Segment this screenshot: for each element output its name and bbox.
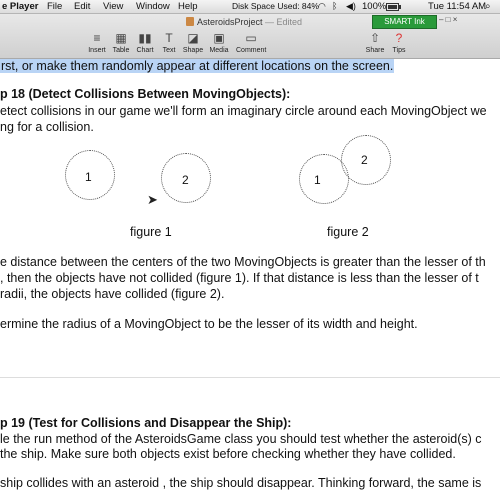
battery-icon[interactable] (386, 3, 401, 11)
tips-button[interactable]: ? Tips (384, 31, 414, 54)
paragraph1-line3: radii, the objects have collided (figure… (0, 287, 225, 301)
menu-window[interactable]: Window (136, 1, 170, 12)
spotlight-icon[interactable]: ⌕ (485, 1, 491, 12)
step18-heading: p 18 (Detect Collisions Between MovingOb… (0, 87, 291, 101)
document-title: AsteroidsProject — Edited (186, 17, 302, 27)
text-line-top: rst, or make them randomly appear at dif… (0, 59, 395, 73)
toolbar: AsteroidsProject — Edited SMART Ink – □ … (0, 14, 500, 59)
document-name: AsteroidsProject (197, 17, 263, 27)
media-button[interactable]: ▣ Media (204, 31, 234, 54)
document-status: — Edited (265, 17, 303, 27)
document-icon (186, 17, 194, 26)
media-icon: ▣ (213, 31, 225, 45)
wifi-icon[interactable]: ◠ (318, 1, 326, 12)
step18-text-line1: etect collisions in our game we'll form … (0, 104, 487, 118)
comment-icon: ▭ (245, 31, 257, 45)
figure1-circle-2-label: 2 (182, 173, 189, 187)
mouse-cursor-icon: ➤ (147, 192, 158, 207)
figure2-caption: figure 2 (327, 225, 369, 239)
menu-bar: e Player File Edit View Window Help Disk… (0, 0, 500, 14)
paragraph1-line2: , then the objects have not collided (fi… (0, 271, 479, 285)
step18-text-line2: ng for a collision. (0, 120, 94, 134)
figure1-caption: figure 1 (130, 225, 172, 239)
battery-percent: 100% (362, 1, 387, 12)
app-menu[interactable]: e Player (2, 1, 38, 12)
menu-view[interactable]: View (103, 1, 123, 12)
bluetooth-icon[interactable]: ᛒ (332, 1, 337, 11)
menu-help[interactable]: Help (178, 1, 198, 12)
step19-text-line2: the ship. Make sure both objects exist b… (0, 447, 456, 461)
tips-icon: ? (395, 31, 403, 45)
menu-file[interactable]: File (47, 1, 62, 12)
paragraph2: ermine the radius of a MovingObject to b… (0, 317, 418, 331)
step19-heading: p 19 (Test for Collisions and Disappear … (0, 416, 292, 430)
selected-text: rst, or make them randomly appear at dif… (0, 59, 395, 73)
clock[interactable]: Tue 11:54 AM (428, 1, 486, 12)
figure1-circle-1-label: 1 (85, 170, 92, 184)
disk-space-status: Disk Space Used: 84% (232, 1, 319, 11)
page-separator (0, 377, 500, 378)
figure2-circle-1-label: 1 (314, 173, 321, 187)
comment-button[interactable]: ▭ Comment (236, 31, 266, 54)
step19-text-line3: ship collides with an asteroid , the shi… (0, 476, 482, 490)
step19-text-line1: le the run method of the AsteroidsGame c… (0, 432, 482, 446)
smart-ink-controls[interactable]: – □ × (439, 15, 457, 24)
volume-icon[interactable]: ◀) (346, 1, 356, 12)
paragraph1-line1: e distance between the centers of the tw… (0, 255, 486, 269)
menu-edit[interactable]: Edit (74, 1, 90, 12)
figure2-circle-2-label: 2 (361, 153, 368, 167)
smart-ink-toolbar[interactable]: SMART Ink (372, 15, 437, 29)
